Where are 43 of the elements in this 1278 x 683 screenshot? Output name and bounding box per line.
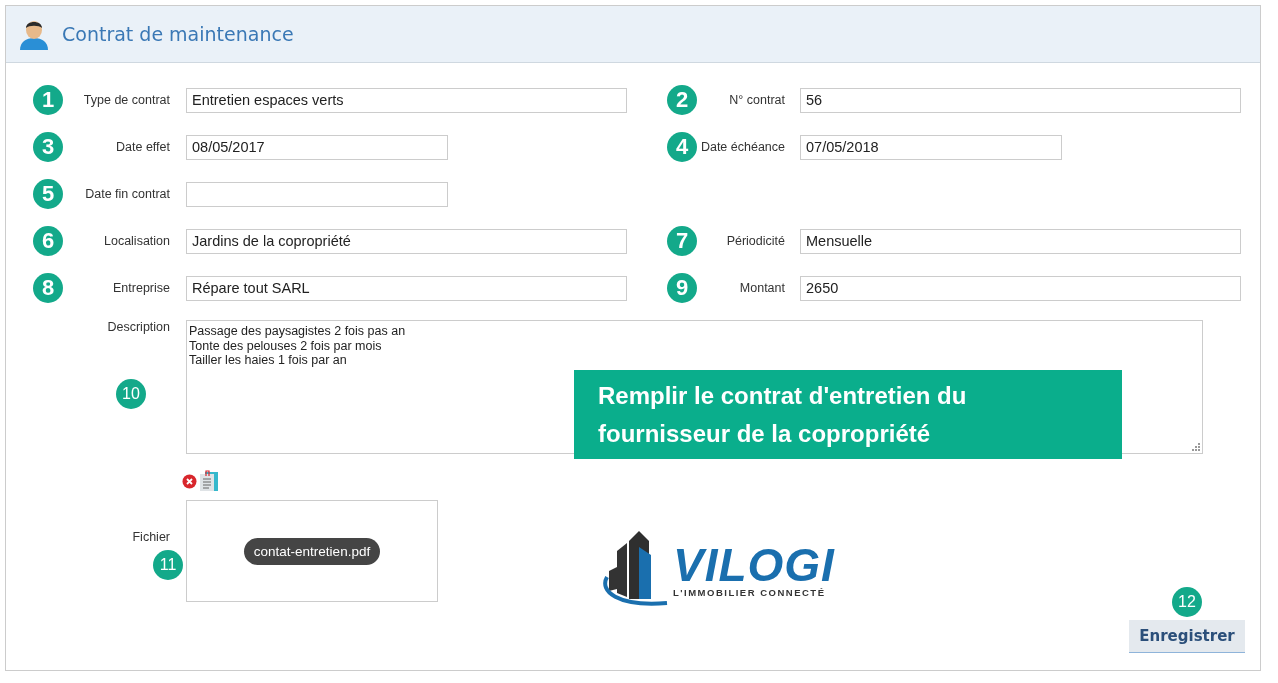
- field-label: Description: [107, 320, 170, 334]
- field-label: Fichier: [132, 530, 170, 544]
- logo-wordmark: VILOGI: [673, 542, 835, 587]
- number-badge: 3: [33, 132, 63, 162]
- file-chip[interactable]: contat-entretien.pdf: [243, 537, 381, 565]
- instruction-callout: Remplir le contrat d'entretien du fournisseur de la copropriété: [574, 370, 1122, 459]
- field-label: N° contrat: [728, 93, 785, 107]
- text-field[interactable]: 08/05/2017: [186, 134, 448, 160]
- field-label: Date effet: [115, 140, 170, 154]
- number-badge: 2: [667, 85, 697, 115]
- field-label: Entreprise: [112, 281, 170, 295]
- clipboard-icon[interactable]: [199, 470, 219, 492]
- text-field[interactable]: Entretien espaces verts: [186, 87, 627, 113]
- number-badge: 1: [33, 85, 63, 115]
- text-field[interactable]: Mensuelle: [800, 228, 1241, 254]
- delete-icon[interactable]: [182, 473, 197, 489]
- number-badge: 6: [33, 226, 63, 256]
- number-badge: 9: [667, 273, 697, 303]
- description-text: Passage des paysagistes 2 fois pas an Tonte des pelouses 2 fois par mois Tailler les haies 1 fois par an: [189, 324, 407, 368]
- text-field[interactable]: Jardins de la copropriété: [186, 228, 627, 254]
- number-badge: 12: [1172, 587, 1202, 617]
- number-badge: 11: [153, 550, 183, 580]
- field-label: Type de contrat: [82, 93, 170, 107]
- number-badge: 8: [33, 273, 63, 303]
- number-badge: 5: [33, 179, 63, 209]
- field-label: Montant: [738, 281, 785, 295]
- field-label: Périodicité: [725, 234, 785, 248]
- number-badge: 7: [667, 226, 697, 256]
- number-badge: 10: [116, 379, 146, 409]
- field-label: Date échéance: [699, 140, 785, 154]
- text-field[interactable]: 56: [800, 87, 1241, 113]
- resize-grip-icon[interactable]: [1192, 443, 1200, 451]
- text-field[interactable]: Répare tout SARL: [186, 275, 627, 301]
- text-field[interactable]: 2650: [800, 275, 1241, 301]
- field-label: Localisation: [103, 234, 170, 248]
- text-field[interactable]: 07/05/2018: [800, 134, 1062, 160]
- number-badge: 4: [667, 132, 697, 162]
- logo-tagline: L'IMMOBILIER CONNECTÉ: [673, 586, 827, 598]
- text-field[interactable]: [186, 181, 448, 207]
- save-button[interactable]: Enregistrer: [1129, 620, 1245, 653]
- file-drop-area[interactable]: contat-entretien.pdf: [186, 500, 438, 602]
- field-label: Date fin contrat: [84, 187, 170, 201]
- page-title: Contrat de maintenance: [62, 23, 294, 45]
